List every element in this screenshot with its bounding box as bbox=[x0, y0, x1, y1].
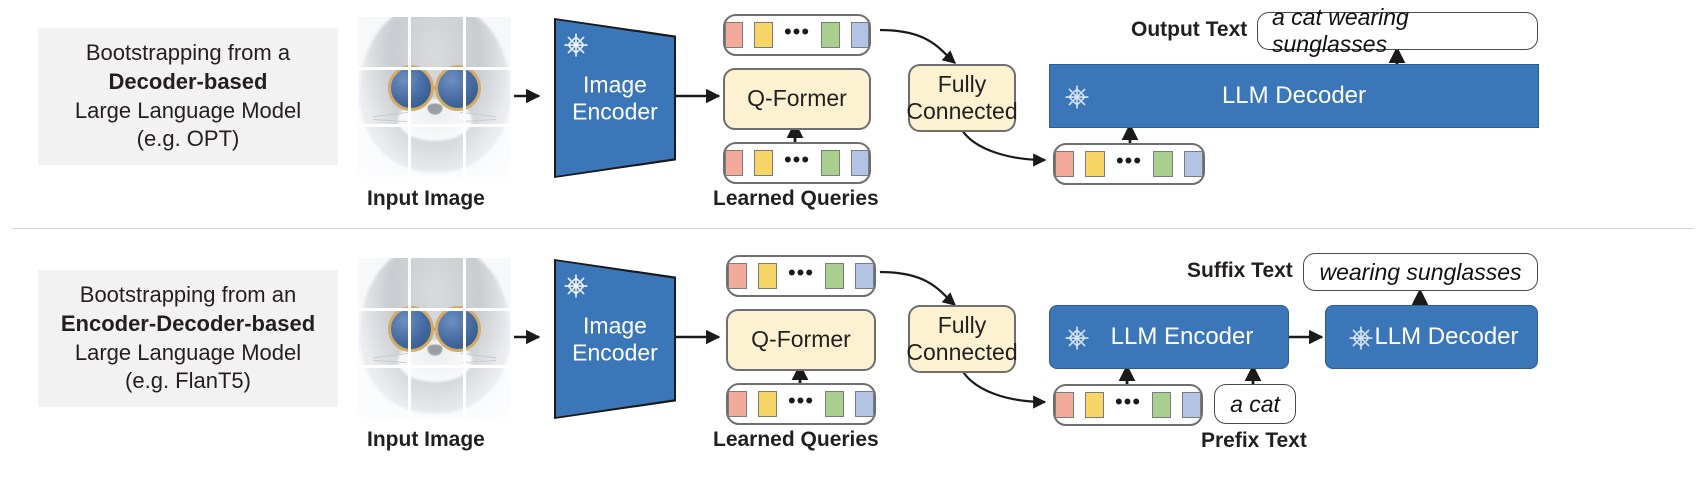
token-green bbox=[821, 150, 840, 176]
learned-queries-input-decoder: ••• bbox=[723, 142, 871, 184]
input-image-label-decoder: Input Image bbox=[367, 187, 485, 210]
ellipsis: ••• bbox=[783, 146, 811, 172]
caption-line-3: Large Language Model bbox=[74, 339, 302, 365]
learned-queries-label-encoder-decoder: Learned Queries bbox=[713, 428, 879, 451]
token-salmon bbox=[725, 150, 744, 176]
snowflake-icon bbox=[1065, 326, 1089, 350]
llm-encoder-label: LLM Encoder bbox=[1110, 323, 1254, 350]
q-former-label: Q-Former bbox=[751, 326, 851, 353]
fc-label-line1: Fully bbox=[937, 311, 987, 338]
ellipsis: ••• bbox=[783, 18, 811, 44]
llm-decoder-block-bottom: LLM Decoder bbox=[1325, 305, 1538, 369]
token-salmon bbox=[1055, 151, 1075, 177]
input-image-encoder-decoder bbox=[355, 255, 514, 421]
input-image-decoder bbox=[355, 14, 514, 180]
token-blue bbox=[850, 150, 869, 176]
learned-queries-output-decoder: ••• bbox=[723, 14, 871, 56]
caption-line-1: Bootstrapping from a bbox=[85, 40, 291, 66]
suffix-text-label: Suffix Text bbox=[1187, 259, 1293, 282]
input-image-label-encoder-decoder: Input Image bbox=[367, 428, 485, 451]
image-encoder-encoder-decoder: Image Encoder bbox=[554, 259, 676, 419]
learned-queries-input-encoder-decoder: ••• bbox=[726, 383, 876, 425]
q-former-encoder-decoder: Q-Former bbox=[726, 309, 876, 371]
caption-line-3: Large Language Model bbox=[74, 97, 302, 123]
token-yellow bbox=[757, 263, 777, 289]
llm-decoder-label: LLM Decoder bbox=[1221, 82, 1367, 109]
token-blue bbox=[855, 263, 874, 289]
ellipsis: ••• bbox=[787, 387, 815, 413]
caption-line-2: Decoder-based bbox=[108, 68, 268, 94]
learned-queries-output-encoder-decoder: ••• bbox=[726, 255, 876, 297]
ellipsis: ••• bbox=[1114, 388, 1142, 414]
token-yellow bbox=[754, 22, 773, 48]
fc-label-line1: Fully bbox=[937, 70, 987, 97]
ellipsis: ••• bbox=[1115, 147, 1143, 173]
output-text-box-decoder: a cat wearing sunglasses bbox=[1257, 4, 1538, 57]
ellipsis: ••• bbox=[787, 259, 815, 285]
token-blue bbox=[1183, 151, 1203, 177]
q-former-decoder: Q-Former bbox=[723, 68, 871, 130]
cat-illustration bbox=[355, 255, 514, 421]
token-salmon bbox=[728, 263, 747, 289]
caption-line-2: Encoder-Decoder-based bbox=[60, 310, 316, 336]
llm-decoder-label: LLM Decoder bbox=[1374, 323, 1519, 350]
q-former-label: Q-Former bbox=[747, 85, 847, 112]
row-divider bbox=[12, 228, 1694, 229]
token-blue bbox=[855, 391, 874, 417]
figure-canvas: Bootstrapping from a Decoder-based Large… bbox=[0, 0, 1706, 503]
token-green bbox=[825, 391, 845, 417]
learned-queries-label-decoder: Learned Queries bbox=[713, 187, 879, 210]
token-salmon bbox=[728, 391, 747, 417]
token-green bbox=[1153, 151, 1173, 177]
suffix-text-box: wearing sunglasses bbox=[1303, 253, 1538, 291]
llm-encoder-block: LLM Encoder bbox=[1049, 305, 1289, 369]
token-blue bbox=[850, 22, 869, 48]
fc-label-line2: Connected bbox=[906, 98, 1018, 124]
sunglasses-lens-right bbox=[434, 305, 481, 352]
caption-line-4: (e.g. OPT) bbox=[136, 126, 240, 152]
fully-connected-decoder: Fully Connected bbox=[906, 64, 1018, 132]
token-salmon bbox=[725, 22, 744, 48]
caption-panel-decoder: Bootstrapping from a Decoder-based Large… bbox=[38, 28, 338, 165]
token-green bbox=[821, 22, 840, 48]
fc-label-line2: Connected bbox=[906, 339, 1018, 365]
caption-line-1: Bootstrapping from an bbox=[79, 282, 297, 308]
token-salmon bbox=[1055, 392, 1074, 418]
llm-input-tokens-encoder-decoder: ••• bbox=[1053, 384, 1203, 426]
snowflake-icon bbox=[564, 274, 588, 298]
token-blue bbox=[1182, 392, 1201, 418]
token-yellow bbox=[1085, 151, 1105, 177]
caption-panel-encoder-decoder: Bootstrapping from an Encoder-Decoder-ba… bbox=[38, 270, 338, 407]
token-yellow bbox=[757, 391, 777, 417]
prefix-text-label: Prefix Text bbox=[1201, 429, 1307, 452]
llm-input-tokens-decoder: ••• bbox=[1053, 143, 1205, 185]
prefix-text-box: a cat bbox=[1214, 384, 1296, 424]
llm-decoder-block-top: LLM Decoder bbox=[1049, 64, 1539, 128]
token-yellow bbox=[754, 150, 773, 176]
token-green bbox=[825, 263, 845, 289]
output-text-label-decoder: Output Text bbox=[1131, 18, 1248, 41]
snowflake-icon bbox=[1065, 85, 1089, 109]
snowflake-icon bbox=[1349, 326, 1373, 350]
image-encoder-decoder: Image Encoder bbox=[554, 18, 676, 178]
token-green bbox=[1152, 392, 1172, 418]
snowflake-icon bbox=[564, 33, 588, 57]
fully-connected-encoder-decoder: Fully Connected bbox=[906, 305, 1018, 373]
token-yellow bbox=[1084, 392, 1104, 418]
caption-line-4: (e.g. FlanT5) bbox=[125, 368, 251, 394]
sunglasses-lens-right bbox=[434, 64, 481, 111]
cat-illustration bbox=[355, 14, 514, 180]
